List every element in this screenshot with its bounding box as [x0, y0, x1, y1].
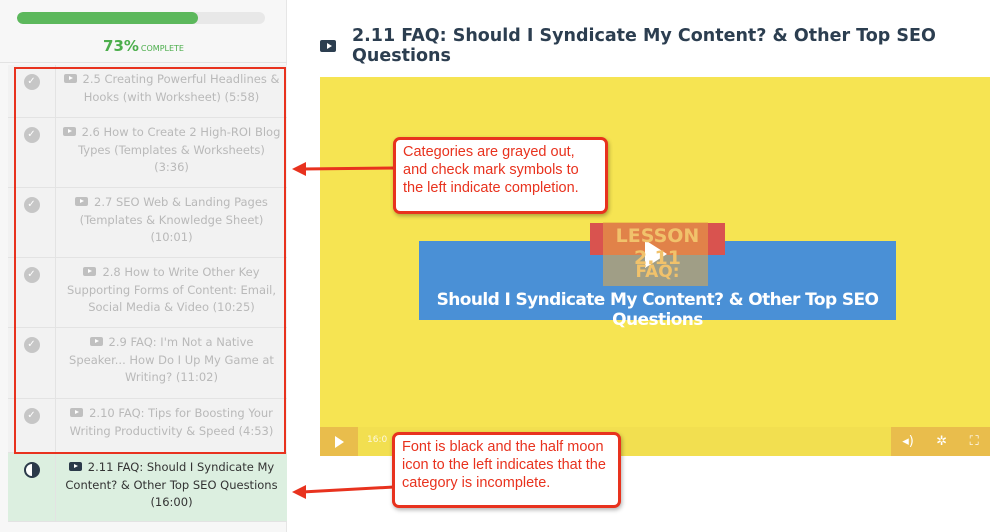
arrow-head-top: [292, 162, 306, 176]
arrow-head-bottom: [292, 485, 306, 499]
faq-label: FAQ:: [635, 262, 680, 282]
arrow-line-bottom: [301, 485, 395, 494]
annotation-callout-top: Categories are grayed out, and check mar…: [393, 137, 608, 214]
banner-text: Should I Syndicate My Content? & Other T…: [436, 290, 879, 330]
arrow-line-top: [301, 166, 396, 171]
annotation-callout-bottom: Font is black and the half moon icon to …: [392, 432, 621, 508]
